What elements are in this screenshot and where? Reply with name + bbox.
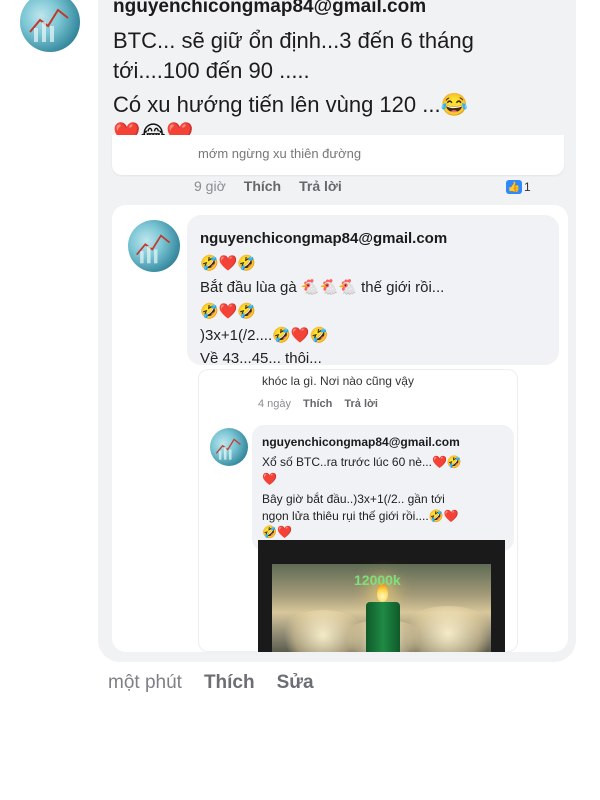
attached-image[interactable]: 12000k [258,540,505,652]
reply-link[interactable]: Trả lời [299,178,342,194]
comment-actions: một phút Thích Sửa [108,672,336,694]
avatar[interactable] [128,220,180,272]
nested-text-line: Bây giờ bắt đầu..)3x+1(/2.. gần tới [262,492,445,506]
like-count-badge[interactable]: 👍 1 [506,180,531,194]
comment-text-line: Có xu hướng tiến lên vùng 120 ...😂 [113,92,468,117]
reply-author[interactable]: nguyenchicongmap84@gmail.com [200,230,447,247]
nested-text-line: ❤️ [262,472,277,486]
comment-time: 9 giờ [194,178,226,194]
like-link[interactable]: Thích [303,398,332,410]
comment-text-line: BTC... sẽ giữ ổn định...3 đến 6 tháng [113,28,474,53]
candle-icon [366,602,400,652]
comment-text-line: tới....100 đến 90 ..... [113,58,310,83]
edit-link[interactable]: Sửa [277,672,314,694]
nested-text-line: ngọn lửa thiêu rụi thế giới rồi....🤣❤️ [262,509,459,523]
avatar[interactable] [210,428,248,466]
nested-text-line: Xổ số BTC..ra trước lúc 60 nè...❤️🤣 [262,455,462,469]
comment-author[interactable]: nguyenchicongmap84@gmail.com [113,0,426,18]
reply-text-line: Bắt đầu lùa gà 🐔🐔🐔 thế giới rồi... [200,279,445,296]
reply-actions: 4 ngày Thích Trả lời [258,398,396,410]
reply-time: 4 ngày [258,398,292,410]
thumbs-up-icon: 👍 [506,180,522,194]
reply-text-line: 🤣❤️🤣 [200,254,257,272]
like-link[interactable]: Thích [204,672,255,694]
reply-text-line: )3x+1(/2....🤣❤️🤣 [200,327,329,344]
nested-sub-text: khóc la gì. Nơi nào cũng vậy [262,374,414,388]
nested-author[interactable]: nguyenchicongmap84@gmail.com [262,435,460,449]
avatar[interactable] [20,0,80,52]
like-link[interactable]: Thích [244,178,281,194]
nested-text-line: 🤣❤️ [262,525,292,539]
like-count: 1 [524,180,531,194]
image-label: 12000k [354,572,401,588]
cut-off-text: mớm ngừng xu thiên đường [198,148,362,161]
reply-link[interactable]: Trả lời [344,398,378,410]
reply-text-line: Về 43...45... thôi... [200,350,322,367]
comment-time: một phút [108,672,182,693]
comment-actions: 9 giờ Thích Trả lời [194,178,360,194]
reply-text-line: 🤣❤️🤣 [200,302,257,320]
